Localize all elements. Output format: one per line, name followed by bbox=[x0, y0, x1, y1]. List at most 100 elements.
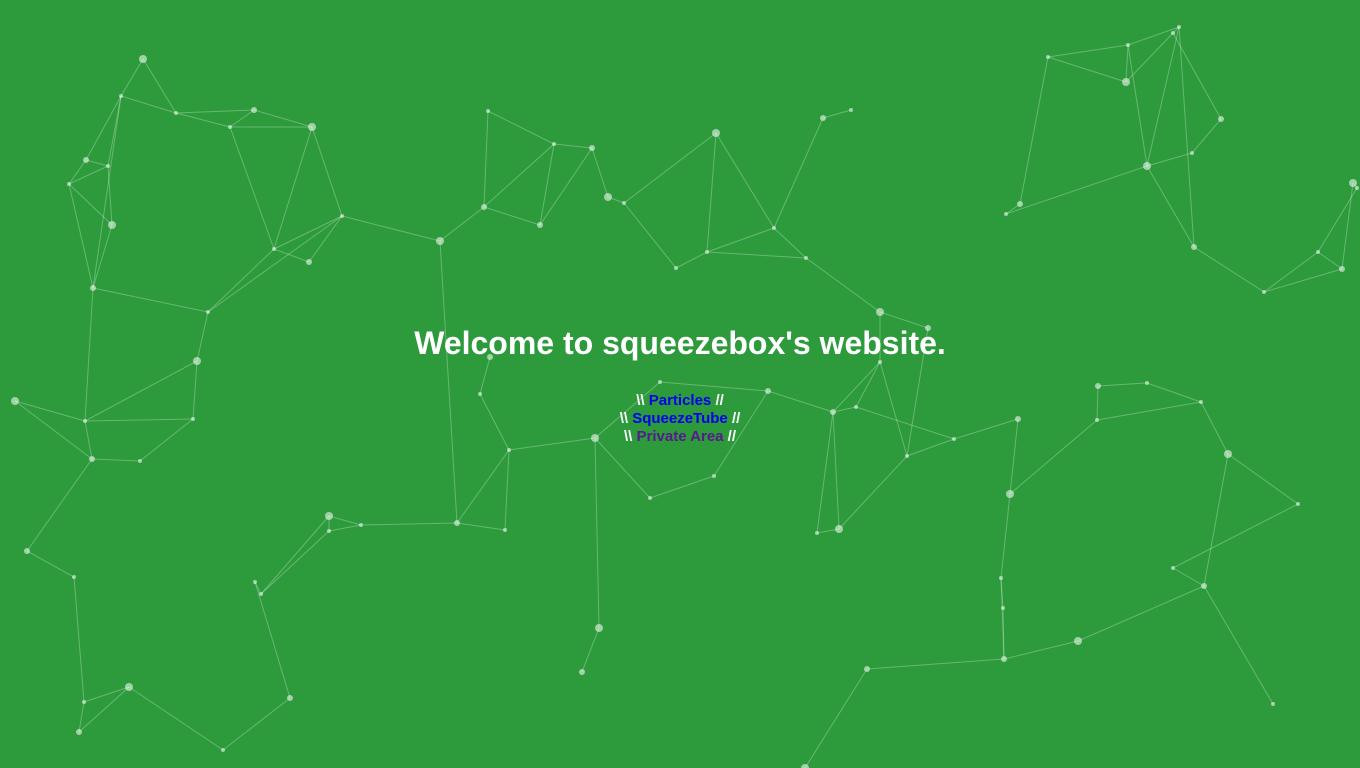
particle-dot bbox=[359, 523, 363, 527]
particle-link bbox=[456, 449, 510, 524]
particle-link bbox=[483, 206, 541, 226]
nav-link-row-private-area: \\ Private Area // bbox=[0, 428, 1360, 446]
particle-dot bbox=[340, 214, 344, 218]
particle-link bbox=[805, 257, 881, 313]
particle-link bbox=[1203, 585, 1274, 705]
particle-link bbox=[85, 159, 109, 167]
particle-link bbox=[73, 576, 85, 703]
particle-dot bbox=[253, 580, 257, 584]
particle-dot bbox=[327, 529, 331, 533]
particle-link bbox=[175, 112, 231, 128]
particle-dot bbox=[905, 454, 909, 458]
particle-dot bbox=[90, 285, 96, 291]
particle-dot bbox=[604, 193, 612, 201]
particle-dot bbox=[579, 669, 585, 675]
particle-dot bbox=[106, 164, 110, 168]
particle-dot bbox=[24, 548, 30, 554]
particle-dot bbox=[251, 107, 257, 113]
particle-dot bbox=[1262, 290, 1266, 294]
particle-dot bbox=[125, 683, 133, 691]
particle-dot bbox=[648, 496, 652, 500]
particle-dot bbox=[1339, 266, 1345, 272]
particle-link bbox=[715, 132, 775, 229]
particle-link bbox=[1341, 182, 1354, 270]
squeezetube-link[interactable]: SqueezeTube bbox=[632, 410, 728, 427]
particle-link bbox=[273, 248, 310, 263]
particle-link bbox=[1172, 567, 1205, 587]
particle-link bbox=[1227, 453, 1299, 505]
particle-link bbox=[439, 206, 485, 242]
particle-link bbox=[594, 437, 600, 629]
particles-link[interactable]: Particles bbox=[649, 392, 712, 409]
particle-link bbox=[1047, 56, 1127, 83]
particle-link bbox=[92, 287, 209, 313]
particle-link bbox=[539, 147, 593, 226]
particle-dot bbox=[674, 266, 678, 270]
particle-dot bbox=[436, 237, 444, 245]
particle-link bbox=[175, 109, 255, 114]
particle-link bbox=[675, 251, 708, 269]
particle-link bbox=[773, 117, 824, 229]
particle-link bbox=[539, 143, 555, 226]
particle-link bbox=[341, 215, 441, 242]
particle-dot bbox=[228, 125, 232, 129]
particle-dot bbox=[503, 528, 507, 532]
particle-link bbox=[85, 95, 122, 161]
particle-dot bbox=[1006, 490, 1014, 498]
particle-dot bbox=[1349, 179, 1357, 187]
particle-dot bbox=[1190, 151, 1194, 155]
particle-link bbox=[142, 58, 177, 114]
particle-dot bbox=[712, 474, 716, 478]
particle-link bbox=[229, 126, 275, 250]
particle-link bbox=[623, 202, 677, 269]
particle-dot bbox=[1201, 583, 1207, 589]
particle-dot bbox=[83, 157, 89, 163]
particle-link bbox=[83, 686, 130, 703]
link-left-separator: \\ bbox=[619, 410, 629, 427]
particle-link bbox=[91, 458, 141, 462]
particle-dot bbox=[705, 250, 709, 254]
particle-link bbox=[1047, 44, 1129, 58]
link-right-separator: // bbox=[727, 428, 737, 445]
particle-link bbox=[1191, 118, 1222, 154]
particle-link bbox=[581, 627, 600, 673]
particle-dot bbox=[622, 201, 626, 205]
particle-dot bbox=[1316, 250, 1320, 254]
particle-link bbox=[591, 147, 609, 198]
particle-dot bbox=[1218, 116, 1224, 122]
particle-link bbox=[1317, 187, 1358, 253]
particle-dot bbox=[999, 576, 1003, 580]
particle-link bbox=[649, 475, 715, 499]
particle-dot bbox=[174, 111, 178, 115]
particle-link bbox=[1003, 640, 1079, 660]
particle-dot bbox=[1171, 31, 1175, 35]
particle-link bbox=[1019, 56, 1049, 205]
private-area-link[interactable]: Private Area bbox=[637, 428, 724, 445]
nav-link-row-squeezetube: \\ SqueezeTube // bbox=[0, 410, 1360, 428]
particle-link bbox=[1203, 453, 1229, 587]
particle-link bbox=[78, 686, 130, 733]
particle-link bbox=[78, 701, 85, 733]
particle-link bbox=[26, 550, 75, 578]
particle-dot bbox=[589, 145, 595, 151]
particle-link bbox=[1193, 246, 1265, 293]
particle-link bbox=[273, 126, 313, 250]
particle-dot bbox=[835, 525, 843, 533]
particle-link bbox=[92, 95, 122, 289]
particle-dot bbox=[815, 531, 819, 535]
particle-link bbox=[229, 109, 255, 128]
particle-link bbox=[483, 110, 489, 208]
link-left-separator: \\ bbox=[636, 392, 645, 409]
particle-dot bbox=[108, 221, 116, 229]
particle-link bbox=[504, 449, 510, 531]
particle-link bbox=[1125, 44, 1129, 83]
particle-dot bbox=[206, 310, 210, 314]
particle-dot bbox=[552, 142, 556, 146]
particle-link bbox=[1077, 585, 1205, 642]
particle-link bbox=[1146, 165, 1195, 248]
main-content: Welcome to squeezebox's website. \\ Part… bbox=[0, 322, 1360, 446]
particle-dot bbox=[82, 700, 86, 704]
particle-link bbox=[623, 132, 717, 204]
particle-link bbox=[1005, 165, 1148, 215]
particle-dot bbox=[507, 448, 511, 452]
